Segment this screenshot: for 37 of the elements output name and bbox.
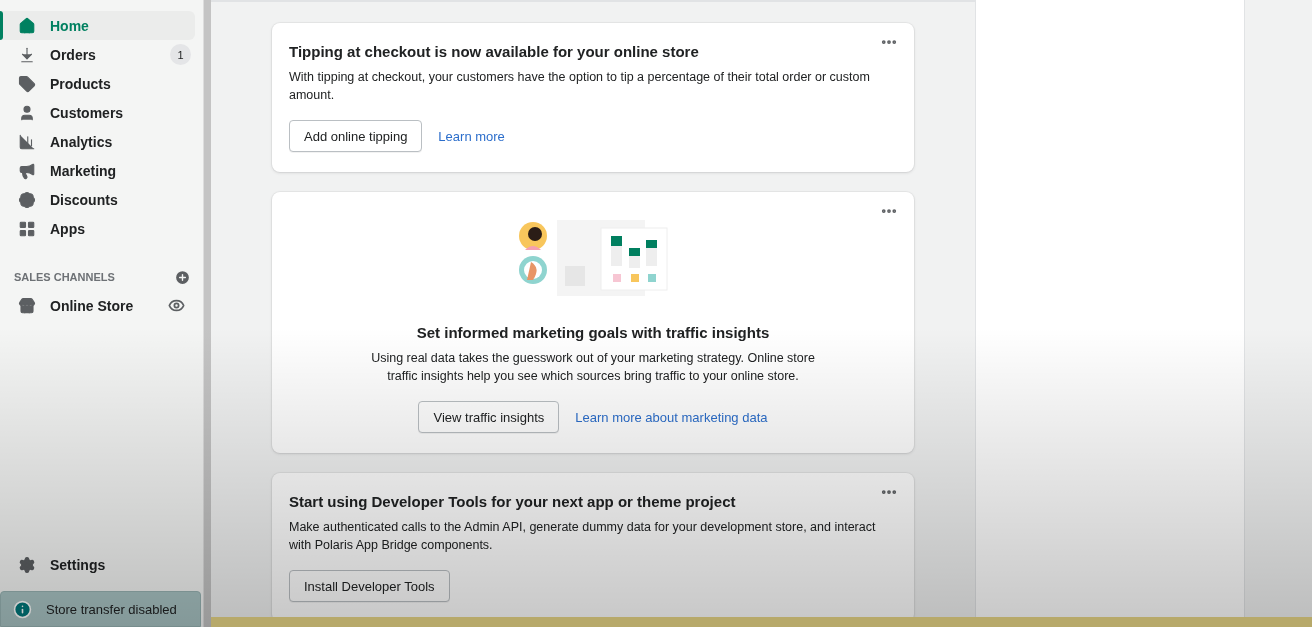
add-icon[interactable] bbox=[174, 268, 191, 286]
nav-item[interactable]: Discounts bbox=[0, 185, 195, 214]
scrollbar[interactable] bbox=[203, 0, 211, 627]
grid-icon bbox=[18, 219, 36, 238]
count-badge: 1 bbox=[170, 44, 191, 65]
card-text: With tipping at checkout, your customers have the option to tip a percentage of their total order or custom amount. bbox=[289, 69, 871, 104]
eye-icon[interactable] bbox=[168, 297, 185, 314]
card-title: Set informed marketing goals with traffic insights bbox=[416, 324, 770, 341]
megaphone-icon bbox=[18, 161, 36, 180]
nav-item[interactable]: Home bbox=[0, 11, 195, 40]
card-title: Start using Developer Tools for your next app or theme project bbox=[289, 493, 736, 510]
learn-more-link[interactable]: Learn more bbox=[438, 128, 505, 144]
learn-more-link[interactable]: Learn more about marketing data bbox=[575, 409, 768, 425]
inbox-icon bbox=[18, 45, 36, 64]
section-heading: SALES CHANNELS bbox=[14, 271, 115, 283]
card-title: Tipping at checkout is now available for your online store bbox=[289, 43, 699, 60]
nav-item[interactable]: Online Store bbox=[0, 291, 195, 320]
action-button[interactable]: Add online tipping bbox=[289, 120, 423, 152]
nav-item[interactable]: Customers bbox=[0, 98, 195, 127]
nav-item[interactable]: Settings bbox=[0, 550, 195, 579]
action-button[interactable]: Install Developer Tools bbox=[289, 570, 450, 602]
info-icon bbox=[13, 599, 32, 619]
action-button[interactable]: View traffic insights bbox=[418, 401, 560, 433]
home-icon bbox=[18, 16, 36, 35]
nav-item[interactable]: Marketing bbox=[0, 156, 195, 185]
person-icon bbox=[18, 103, 36, 122]
card-text: Make authenticated calls to the Admin API, generate dummy data for your development store, and interact with Polaris App Bridge components. bbox=[289, 519, 877, 554]
nav-item[interactable]: Orders 1 bbox=[0, 40, 195, 69]
notice-text: Store transfer disabled bbox=[46, 601, 177, 617]
nav-item[interactable]: Apps bbox=[0, 214, 195, 243]
store-icon bbox=[18, 296, 36, 315]
tag-icon bbox=[18, 74, 36, 93]
settings-icon bbox=[18, 555, 36, 574]
nav-item[interactable]: Analytics bbox=[0, 127, 195, 156]
bar-chart-icon bbox=[18, 132, 36, 151]
card-text: Using real data takes the guesswork out of your marketing strategy. Online store traffic insights help you see which sources bring traffic to your online store. bbox=[370, 350, 816, 385]
nav-item[interactable]: Products bbox=[0, 69, 195, 98]
